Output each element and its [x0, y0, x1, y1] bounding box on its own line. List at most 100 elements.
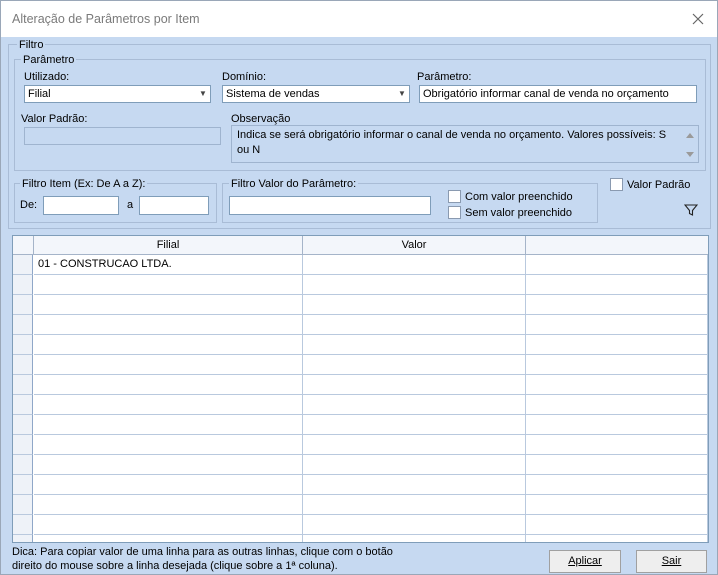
table-cell[interactable]	[303, 315, 526, 335]
exit-button[interactable]: Sair	[636, 550, 707, 573]
table-cell[interactable]	[34, 295, 303, 315]
table-row[interactable]	[13, 495, 708, 515]
table-cell[interactable]	[526, 435, 708, 455]
table-cell[interactable]: 01 - CONSTRUCAO LTDA.	[34, 255, 303, 275]
com-valor-checkbox[interactable]	[448, 190, 461, 203]
table-cell[interactable]	[303, 255, 526, 275]
table-cell[interactable]	[303, 495, 526, 515]
table-row[interactable]	[13, 295, 708, 315]
table-row[interactable]: 01 - CONSTRUCAO LTDA.	[13, 255, 708, 275]
table-cell[interactable]	[526, 495, 708, 515]
chevron-down-icon[interactable]: ▼	[196, 86, 210, 102]
apply-button[interactable]: Aplicar	[549, 550, 621, 573]
row-selector[interactable]	[13, 375, 33, 395]
table-cell[interactable]	[526, 295, 708, 315]
a-input[interactable]	[139, 196, 209, 215]
de-input[interactable]	[43, 196, 119, 215]
table-row[interactable]	[13, 475, 708, 495]
table-cell[interactable]	[526, 395, 708, 415]
table-cell[interactable]	[303, 335, 526, 355]
table-cell[interactable]	[34, 455, 303, 475]
dominio-label: Domínio:	[222, 71, 267, 83]
observacao-scrollbar[interactable]	[684, 130, 696, 160]
row-selector[interactable]	[13, 295, 33, 315]
dominio-select[interactable]: Sistema de vendas ▼	[222, 85, 410, 103]
row-selector[interactable]	[13, 455, 33, 475]
filtro-valor-input[interactable]	[229, 196, 431, 215]
funnel-icon[interactable]	[683, 203, 699, 217]
observacao-box: Indica se será obrigatório informar o ca…	[231, 125, 699, 163]
table-cell[interactable]	[526, 355, 708, 375]
table-cell[interactable]	[526, 515, 708, 535]
row-selector[interactable]	[13, 475, 33, 495]
title-bar[interactable]: Alteração de Parâmetros por Item	[1, 1, 717, 37]
hint-line-1: Dica: Para copiar valor de uma linha par…	[12, 546, 393, 558]
table-row[interactable]	[13, 375, 708, 395]
table-row[interactable]	[13, 275, 708, 295]
table-row[interactable]	[13, 315, 708, 335]
chevron-down-icon[interactable]: ▼	[395, 86, 409, 102]
row-selector[interactable]	[13, 395, 33, 415]
table-cell[interactable]	[303, 455, 526, 475]
table-cell[interactable]	[526, 315, 708, 335]
table-cell[interactable]	[303, 435, 526, 455]
table-cell[interactable]	[303, 295, 526, 315]
row-selector[interactable]	[13, 415, 33, 435]
table-cell[interactable]	[34, 395, 303, 415]
table-cell[interactable]	[303, 275, 526, 295]
table-cell[interactable]	[303, 415, 526, 435]
table-cell[interactable]	[34, 335, 303, 355]
table-cell[interactable]	[303, 375, 526, 395]
table-row[interactable]	[13, 395, 708, 415]
row-selector[interactable]	[13, 515, 33, 535]
table-cell[interactable]	[526, 255, 708, 275]
table-cell[interactable]	[303, 535, 526, 542]
row-selector[interactable]	[13, 255, 33, 275]
row-selector[interactable]	[13, 335, 33, 355]
observacao-text: Indica se será obrigatório informar o ca…	[237, 129, 667, 156]
row-selector[interactable]	[13, 275, 33, 295]
table-row[interactable]	[13, 335, 708, 355]
row-selector[interactable]	[13, 535, 33, 542]
sem-valor-checkbox[interactable]	[448, 206, 461, 219]
row-selector[interactable]	[13, 355, 33, 375]
column-header-filial[interactable]: Filial	[34, 236, 303, 255]
table-cell[interactable]	[34, 375, 303, 395]
table-cell[interactable]	[526, 535, 708, 542]
table-row[interactable]	[13, 515, 708, 535]
table-cell[interactable]	[303, 475, 526, 495]
row-selector[interactable]	[13, 435, 33, 455]
table-row[interactable]	[13, 415, 708, 435]
table-cell[interactable]	[526, 415, 708, 435]
row-selector[interactable]	[13, 495, 33, 515]
table-cell[interactable]	[526, 375, 708, 395]
table-cell[interactable]	[303, 395, 526, 415]
table-cell[interactable]	[526, 275, 708, 295]
table-row[interactable]	[13, 355, 708, 375]
table-cell[interactable]	[34, 415, 303, 435]
table-cell[interactable]	[34, 355, 303, 375]
table-cell[interactable]	[34, 435, 303, 455]
utilizado-select[interactable]: Filial ▼	[24, 85, 211, 103]
table-row[interactable]	[13, 435, 708, 455]
close-icon[interactable]	[687, 8, 709, 30]
table-cell[interactable]	[526, 335, 708, 355]
valor-padrao-checkbox[interactable]	[610, 178, 623, 191]
row-selector[interactable]	[13, 315, 33, 335]
table-row[interactable]	[13, 535, 708, 542]
table-cell[interactable]	[34, 275, 303, 295]
table-cell[interactable]	[34, 475, 303, 495]
filtro-item-legend: Filtro Item (Ex: De A a Z):	[20, 178, 148, 190]
valor-padrao-check-label: Valor Padrão	[627, 179, 691, 191]
table-cell[interactable]	[526, 475, 708, 495]
column-header-valor[interactable]: Valor	[303, 236, 526, 255]
table-cell[interactable]	[303, 515, 526, 535]
table-cell[interactable]	[303, 355, 526, 375]
table-cell[interactable]	[34, 515, 303, 535]
table-cell[interactable]	[34, 315, 303, 335]
table-cell[interactable]	[34, 495, 303, 515]
table-cell[interactable]	[34, 535, 303, 542]
table-row[interactable]	[13, 455, 708, 475]
parametro-field[interactable]: Obrigatório informar canal de venda no o…	[419, 85, 697, 103]
table-cell[interactable]	[526, 455, 708, 475]
